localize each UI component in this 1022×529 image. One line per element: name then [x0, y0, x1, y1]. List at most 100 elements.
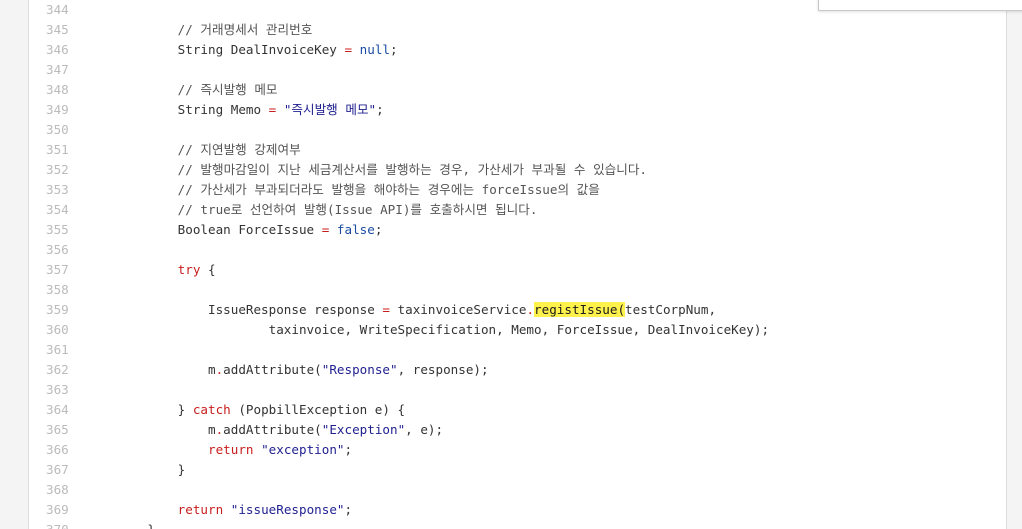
code-token: // 즉시발행 메모	[177, 82, 278, 97]
code-line: 352 // 발행마감일이 지난 세금계산서를 발행하는 경우, 가산세가 부과…	[29, 160, 1006, 180]
code-line: 346 String DealInvoiceKey = null;	[29, 40, 1006, 60]
code-text: m.addAttribute("Exception", e);	[117, 420, 443, 440]
code-line: 370 }	[29, 520, 1006, 529]
line-number: 369	[46, 502, 69, 517]
line-number: 348	[46, 82, 69, 97]
code-text: // 발행마감일이 지난 세금계산서를 발행하는 경우, 가산세가 부과될 수 …	[117, 160, 647, 180]
code-line: 355 Boolean ForceIssue = false;	[29, 220, 1006, 240]
code-line: 351 // 지연발행 강제여부	[29, 140, 1006, 160]
code-text: return "exception";	[117, 440, 352, 460]
code-text: }	[117, 460, 186, 480]
code-text: } catch (PopbillException e) {	[117, 400, 405, 420]
line-number: 366	[46, 442, 69, 457]
code-token: String DealInvoiceKey	[117, 42, 345, 57]
code-token: "즉시발행 메모"	[283, 102, 377, 117]
code-token: ;	[344, 502, 353, 517]
code-token: // 가산세가 부과되더라도 발행을 해야하는 경우에는 forceIssue의…	[177, 182, 600, 197]
line-number: 367	[46, 462, 69, 477]
code-text: taxinvoice, WriteSpecification, Memo, Fo…	[117, 320, 769, 340]
code-text: // 지연발행 강제여부	[117, 140, 301, 160]
highlighted-token: registIssue(	[534, 302, 626, 317]
code-token: null	[359, 42, 390, 57]
code-text: Boolean ForceIssue = false;	[117, 220, 383, 240]
line-number: 349	[46, 102, 69, 117]
code-token: "Exception"	[321, 422, 406, 437]
code-token: "exception"	[261, 442, 345, 457]
code-line: 360 taxinvoice, WriteSpecification, Memo…	[29, 320, 1006, 340]
code-token: // 발행마감일이 지난 세금계산서를 발행하는 경우, 가산세가 부과될 수 …	[177, 162, 647, 177]
code-line: 368	[29, 480, 1006, 500]
line-number: 362	[46, 362, 69, 377]
code-line: 359 IssueResponse response = taxinvoiceS…	[29, 300, 1006, 320]
code-token: // true로 선언하여 발행(Issue API)를 호출하시면 됩니다.	[177, 202, 538, 217]
code-token: addAttribute(	[223, 422, 322, 437]
line-number: 360	[46, 322, 69, 337]
code-line: 348 // 즉시발행 메모	[29, 80, 1006, 100]
line-number: 350	[46, 122, 69, 137]
code-token: m	[117, 422, 216, 437]
code-token: "Response"	[321, 362, 398, 377]
code-token: testCorpNum,	[625, 302, 717, 317]
line-number: 361	[46, 342, 69, 357]
code-line: 353 // 가산세가 부과되더라도 발행을 해야하는 경우에는 forceIs…	[29, 180, 1006, 200]
code-token: }	[117, 402, 193, 417]
popup-box	[818, 0, 1022, 11]
code-token: ;	[390, 42, 398, 57]
line-number: 358	[46, 282, 69, 297]
code-text: // 거래명세서 관리번호	[117, 20, 313, 40]
code-text: String Memo = "즉시발행 메모";	[117, 100, 384, 120]
code-token: addAttribute(	[223, 362, 322, 377]
line-number: 352	[46, 162, 69, 177]
code-token: {	[200, 262, 216, 277]
line-number: 344	[46, 2, 69, 17]
line-number: 365	[46, 422, 69, 437]
line-number: 351	[46, 142, 69, 157]
line-number: 359	[46, 302, 69, 317]
code-token: return	[208, 442, 254, 457]
line-number: 370	[46, 520, 86, 529]
code-line: 349 String Memo = "즉시발행 메모";	[29, 100, 1006, 120]
code-token: =	[344, 42, 353, 57]
code-line: 369 return "issueResponse";	[29, 500, 1006, 520]
code-line: 363	[29, 380, 1006, 400]
line-number: 364	[46, 402, 69, 417]
code-line: 367 }	[29, 460, 1006, 480]
line-number: 345	[46, 22, 69, 37]
code-line: 357 try {	[29, 260, 1006, 280]
code-text: // true로 선언하여 발행(Issue API)를 호출하시면 됩니다.	[117, 200, 538, 220]
code-token: taxinvoiceService	[389, 302, 527, 317]
code-text: String DealInvoiceKey = null;	[117, 40, 398, 60]
code-token: catch	[192, 402, 231, 417]
code-line: 354 // true로 선언하여 발행(Issue API)를 호출하시면 됩…	[29, 200, 1006, 220]
line-number: 347	[46, 62, 69, 77]
code-token: , response);	[397, 362, 489, 377]
line-number: 354	[46, 202, 69, 217]
code-token: =	[382, 302, 390, 317]
code-token: ;	[376, 102, 384, 117]
line-number: 353	[46, 182, 69, 197]
code-line: 362 m.addAttribute("Response", response)…	[29, 360, 1006, 380]
code-token: (PopbillException e) {	[230, 402, 406, 417]
code-text: // 가산세가 부과되더라도 발행을 해야하는 경우에는 forceIssue의…	[117, 180, 600, 200]
code-line: 364 } catch (PopbillException e) {	[29, 400, 1006, 420]
code-line: 366 return "exception";	[29, 440, 1006, 460]
code-token: // 거래명세서 관리번호	[177, 22, 313, 37]
code-token: Boolean ForceIssue	[117, 222, 322, 237]
line-number: 356	[46, 242, 69, 257]
code-token: String Memo	[117, 102, 269, 117]
code-text: return "issueResponse";	[117, 500, 352, 520]
line-number: 368	[46, 482, 69, 497]
code-token: m	[117, 362, 216, 377]
code-token: ;	[374, 222, 383, 237]
